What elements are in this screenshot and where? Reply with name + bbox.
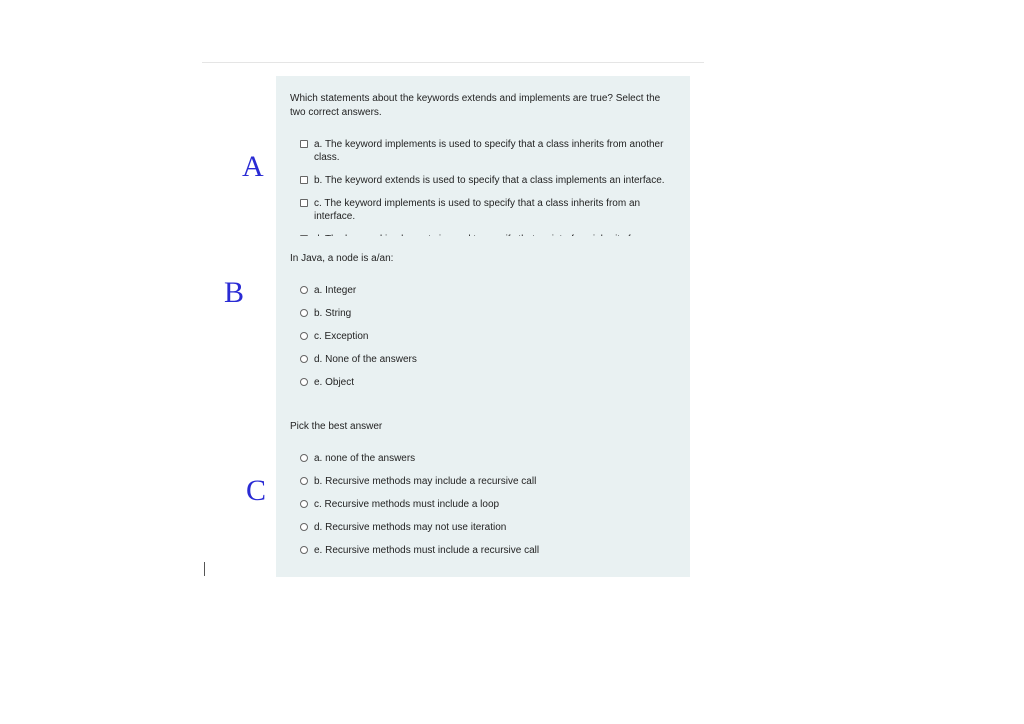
option-row: e. Object	[300, 376, 676, 389]
option-radio[interactable]	[300, 500, 308, 508]
option-row: e. Recursive methods must include a recu…	[300, 544, 676, 557]
option-checkbox[interactable]	[300, 176, 308, 184]
question-card-3: Pick the best answer a. none of the answ…	[276, 404, 690, 577]
top-rule	[202, 62, 704, 63]
option-radio[interactable]	[300, 355, 308, 363]
handwritten-label-b: B	[224, 276, 244, 310]
option-row: a. Integer	[300, 284, 676, 297]
question-card-2: In Java, a node is a/an: a. Integer b. S…	[276, 236, 690, 409]
option-label: b. String	[314, 307, 351, 320]
option-label: a. none of the answers	[314, 452, 415, 465]
question-prompt: Which statements about the keywords exte…	[290, 92, 676, 120]
option-radio[interactable]	[300, 309, 308, 317]
option-checkbox[interactable]	[300, 140, 308, 148]
option-row: c. Recursive methods must include a loop	[300, 498, 676, 511]
page: A B C Which statements about the keyword…	[0, 0, 1024, 724]
option-radio[interactable]	[300, 477, 308, 485]
option-checkbox[interactable]	[300, 199, 308, 207]
option-row: b. The keyword extends is used to specif…	[300, 174, 676, 187]
option-label: e. Object	[314, 376, 354, 389]
text-cursor	[204, 562, 205, 576]
option-row: c. The keyword implements is used to spe…	[300, 197, 676, 223]
question-prompt: In Java, a node is a/an:	[290, 252, 676, 266]
option-label: c. Exception	[314, 330, 368, 343]
option-label: a. Integer	[314, 284, 356, 297]
option-label: d. Recursive methods may not use iterati…	[314, 521, 506, 534]
handwritten-label-a: A	[242, 150, 264, 184]
option-row: a. The keyword implements is used to spe…	[300, 138, 676, 164]
option-row: b. Recursive methods may include a recur…	[300, 475, 676, 488]
question-prompt: Pick the best answer	[290, 420, 676, 434]
option-row: c. Exception	[300, 330, 676, 343]
option-label: c. Recursive methods must include a loop	[314, 498, 499, 511]
option-row: a. none of the answers	[300, 452, 676, 465]
option-label: d. None of the answers	[314, 353, 417, 366]
option-radio[interactable]	[300, 523, 308, 531]
option-radio[interactable]	[300, 546, 308, 554]
option-row: d. None of the answers	[300, 353, 676, 366]
option-row: d. Recursive methods may not use iterati…	[300, 521, 676, 534]
option-radio[interactable]	[300, 332, 308, 340]
option-label: a. The keyword implements is used to spe…	[314, 138, 676, 164]
option-label: b. Recursive methods may include a recur…	[314, 475, 536, 488]
option-radio[interactable]	[300, 454, 308, 462]
option-label: c. The keyword implements is used to spe…	[314, 197, 676, 223]
option-label: e. Recursive methods must include a recu…	[314, 544, 539, 557]
option-row: b. String	[300, 307, 676, 320]
option-label: b. The keyword extends is used to specif…	[314, 174, 665, 187]
option-radio[interactable]	[300, 378, 308, 386]
handwritten-label-c: C	[246, 474, 266, 508]
option-radio[interactable]	[300, 286, 308, 294]
